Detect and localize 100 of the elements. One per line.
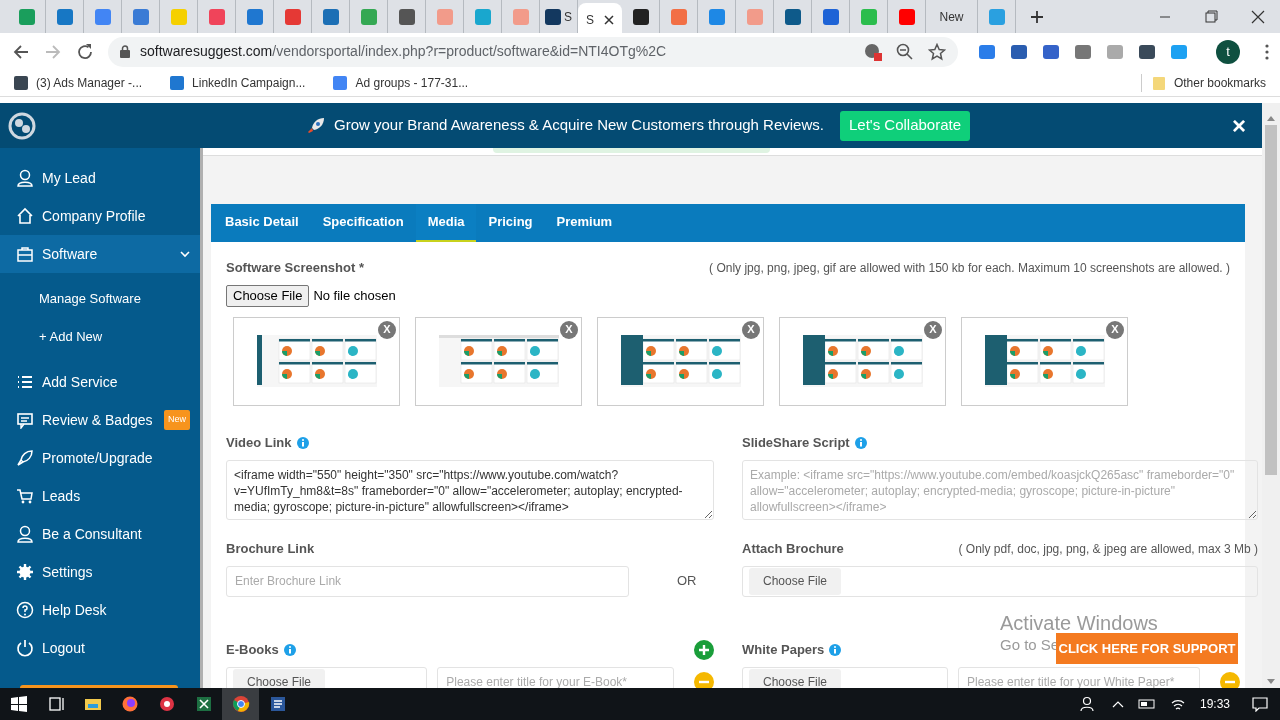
windows-icon[interactable] xyxy=(9,695,28,713)
other-bookmarks[interactable]: Other bookmarks xyxy=(1140,74,1266,92)
field-label: E-Books xyxy=(226,640,279,659)
bookmark[interactable]: Ad groups - 177-31... xyxy=(333,74,469,92)
menu-icon[interactable] xyxy=(1264,43,1270,60)
remove-button[interactable]: X xyxy=(560,320,578,339)
sidebar-item[interactable]: My Lead xyxy=(0,159,200,197)
chevron-up-icon[interactable] xyxy=(1111,700,1124,708)
video-link-field[interactable]: <iframe width="550" height="350" src="https://www.youtube.com/watch?v=YUfImTy_hm8&t=8s" frameborder="0" allow="accelerometer; autoplay; encrypted-media; gyroscope; picture-in-picture" allowfullscreen></iframe> xyxy=(226,459,714,520)
browser-icon[interactable] xyxy=(120,695,139,713)
url-text: softwaresuggest.com/vendorsportal/index.php?r=product/software&id=NTI4OTg%2C xyxy=(140,42,667,61)
bookmark-icon xyxy=(333,76,348,90)
cart-icon xyxy=(16,487,34,505)
close-icon[interactable] xyxy=(604,14,614,25)
logo-icon xyxy=(8,111,36,140)
new-tab-icon[interactable] xyxy=(1030,9,1044,24)
bookmark-icon xyxy=(14,76,28,90)
list-icon xyxy=(16,373,34,391)
info-icon xyxy=(283,643,296,656)
sidebar-item[interactable]: Leads xyxy=(0,477,200,515)
extension-icon[interactable] xyxy=(1010,42,1029,61)
close-button[interactable]: × xyxy=(1232,113,1246,138)
reload-icon[interactable] xyxy=(76,42,94,61)
sidebar-item[interactable]: Be a Consultant xyxy=(0,515,200,553)
file-status: No file chosen xyxy=(313,286,396,305)
remove-button[interactable]: X xyxy=(742,320,760,339)
task-view-icon[interactable] xyxy=(46,695,65,713)
address-bar[interactable]: softwaresuggest.com/vendorsportal/index.php?r=product/software&id=NTI4OTg%2C xyxy=(108,36,959,67)
cookie-blocked-icon[interactable] xyxy=(864,42,883,61)
sidebar-item[interactable]: Review & Badges New xyxy=(0,401,200,439)
field-label: Video Link xyxy=(226,433,292,452)
scroll-up-icon[interactable] xyxy=(1267,115,1275,121)
help-icon xyxy=(16,601,34,619)
power-icon xyxy=(16,639,34,657)
sidebar-item[interactable]: Add Service xyxy=(0,363,200,401)
profile-avatar[interactable]: t xyxy=(1216,39,1240,64)
extension-icon[interactable] xyxy=(1042,42,1061,61)
bookmark[interactable]: (3) Ads Manager -... xyxy=(14,74,143,92)
bookmark[interactable]: LinkedIn Campaign... xyxy=(170,74,306,92)
user-icon xyxy=(16,525,34,543)
info-icon xyxy=(829,643,842,656)
sidebar-item[interactable]: Software xyxy=(0,235,200,273)
attach-brochure-field[interactable]: Choose File xyxy=(742,565,1258,597)
sidebar-item[interactable]: Logout xyxy=(0,629,200,667)
clock-time: 19:33 xyxy=(1199,696,1230,713)
brochure-link-field[interactable]: Enter Brochure Link xyxy=(226,565,629,597)
spreadsheet-icon[interactable] xyxy=(194,695,213,713)
folder-icon xyxy=(1151,76,1166,90)
back-icon[interactable] xyxy=(12,42,30,61)
wifi-icon[interactable] xyxy=(1169,697,1186,711)
scroll-down-icon[interactable] xyxy=(1267,679,1275,685)
chrome-icon[interactable] xyxy=(231,695,250,713)
form-tab[interactable]: Premium xyxy=(544,204,625,242)
chat-icon xyxy=(16,411,34,429)
sidebar-item[interactable]: Company Profile xyxy=(0,197,200,235)
remove-button[interactable]: X xyxy=(378,320,396,339)
upload-note: ( Only jpg, png, jpeg, gif are allowed with 150 kb for each. Maximum 10 screenshots are allowed. ) xyxy=(709,259,1230,277)
form-tab[interactable]: Basic Detail xyxy=(213,204,311,242)
extension-icon[interactable] xyxy=(978,42,997,61)
browser-tab[interactable]: S xyxy=(578,3,622,36)
remove-button[interactable]: X xyxy=(1106,320,1124,339)
notification-icon[interactable] xyxy=(1252,696,1268,712)
document-icon[interactable] xyxy=(268,695,287,713)
bookmark-icon xyxy=(170,76,185,90)
home-icon xyxy=(16,207,34,225)
chevron-down-icon[interactable] xyxy=(180,249,190,259)
extension-icon[interactable] xyxy=(1138,42,1157,61)
submenu-item[interactable]: + Add New xyxy=(0,318,200,356)
star-icon[interactable] xyxy=(928,42,947,61)
extension-icon[interactable] xyxy=(1074,42,1093,61)
briefcase-icon xyxy=(16,245,34,263)
field-label: Brochure Link xyxy=(226,539,315,558)
battery-icon[interactable] xyxy=(1137,698,1156,710)
scrollbar-thumb[interactable] xyxy=(1265,125,1277,475)
zoom-out-icon[interactable] xyxy=(896,42,915,61)
activation-title: Activate Windows xyxy=(1000,611,1158,635)
field-label: White Papers xyxy=(742,640,825,659)
field-label: SlideShare Script xyxy=(742,433,850,452)
banner-text: Grow your Brand Awareness & Acquire New Customers through Reviews. xyxy=(334,115,824,136)
sidebar-item[interactable]: Settings xyxy=(0,553,200,591)
lock-icon xyxy=(120,45,130,58)
form-tab[interactable]: Specification xyxy=(310,204,416,242)
info-icon xyxy=(854,436,867,449)
field-label: Attach Brochure xyxy=(742,539,844,558)
ebook-title-field[interactable]: Please enter title for your E-Book* xyxy=(437,666,674,688)
or-text: OR xyxy=(677,572,697,591)
gear-icon xyxy=(16,563,34,581)
submenu-item[interactable]: Manage Software xyxy=(0,280,200,318)
sidebar-item[interactable]: Promote/Upgrade xyxy=(0,439,200,477)
app-icon[interactable] xyxy=(157,695,176,713)
info-icon xyxy=(296,436,309,449)
choose-file-button[interactable]: Choose File xyxy=(226,284,310,307)
slideshare-script-field[interactable]: Example: <iframe src="https://www.youtube.com/embed/koasjckQ265asc" frameborder="0" allow="accelerometer; autoplay; encrypted-media; gyroscope; picture-in-picture" allowfullscreen></iframe> xyxy=(742,459,1258,520)
sidebar-item[interactable]: Help Desk xyxy=(0,591,200,629)
form-tab[interactable]: Pricing xyxy=(476,204,545,242)
paper-title-field[interactable]: Please enter title for your White Paper* xyxy=(958,666,1200,688)
remove-button[interactable]: X xyxy=(924,320,942,339)
upload-note: ( Only pdf, doc, jpg, png, & jpeg are allowed, max 3 Mb ) xyxy=(958,540,1258,558)
form-tab[interactable]: Media xyxy=(415,204,477,242)
add-icon[interactable] xyxy=(694,639,714,660)
